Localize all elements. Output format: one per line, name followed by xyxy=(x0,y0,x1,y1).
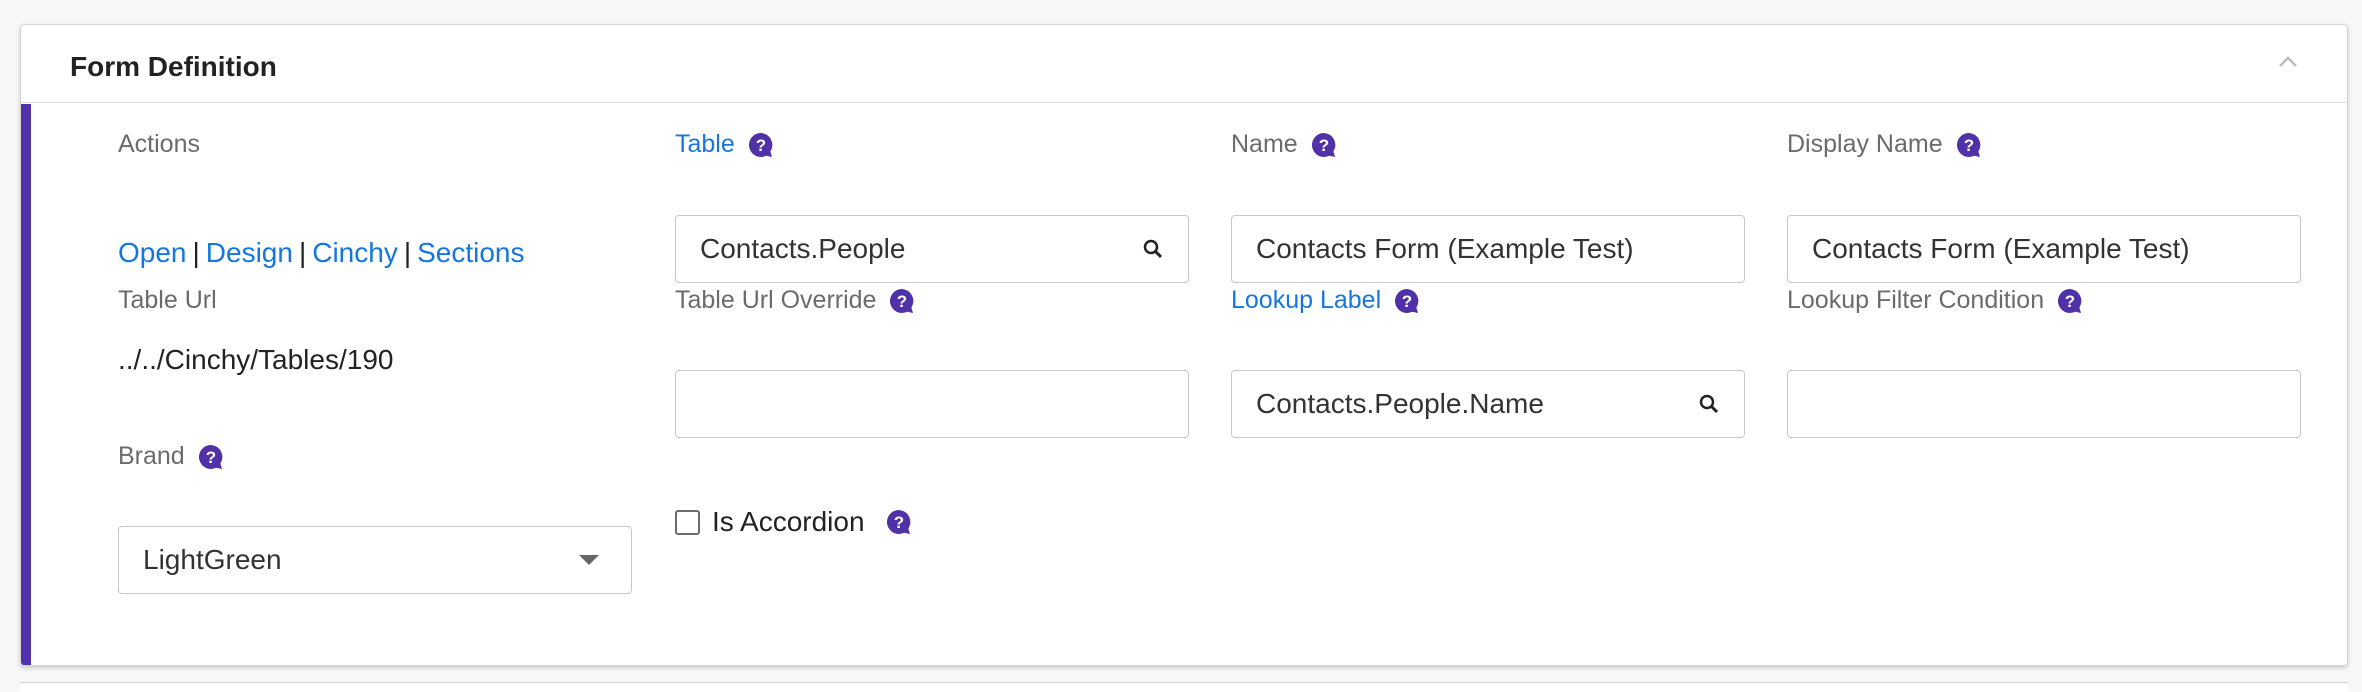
panel-body: Actions Open | Design | Cinchy | Sections Tabl… xyxy=(21,104,2347,665)
is-accordion-checkbox[interactable] xyxy=(675,509,700,535)
table-url-override-field[interactable] xyxy=(675,370,1189,438)
table-url-value: ../../Cinchy/Tables/190 xyxy=(118,344,394,375)
svg-text:?: ? xyxy=(893,513,903,532)
help-bubble-icon[interactable]: ? xyxy=(197,443,225,471)
open-link[interactable]: Open xyxy=(118,237,187,268)
table-field[interactable]: Contacts.People xyxy=(675,215,1189,283)
help-bubble-icon[interactable]: ? xyxy=(2056,287,2084,315)
lookup-label-label: Lookup Label ? xyxy=(1231,286,1421,315)
name-value: Contacts Form (Example Test) xyxy=(1256,233,1634,264)
chevron-up-icon xyxy=(2279,56,2297,67)
svg-text:?: ? xyxy=(756,136,766,155)
name-label: Name ? xyxy=(1231,130,1338,159)
table-url-label: Table Url xyxy=(118,286,217,315)
table-label-text: Table xyxy=(675,130,735,158)
display-name-field[interactable]: Contacts Form (Example Test) xyxy=(1787,215,2301,283)
name-label-text: Name xyxy=(1231,130,1298,158)
next-panel-edge xyxy=(20,682,2348,692)
lookup-label-value: Contacts.People.Name xyxy=(1256,388,1544,419)
help-bubble-icon[interactable]: ? xyxy=(747,131,775,159)
svg-text:?: ? xyxy=(206,448,216,467)
panel-title: Form Definition xyxy=(70,51,277,82)
lookup-filter-field[interactable] xyxy=(1787,370,2301,438)
search-icon[interactable] xyxy=(1698,393,1720,415)
brand-label: Brand ? xyxy=(118,442,225,471)
brand-select[interactable]: LightGreen xyxy=(118,526,632,594)
svg-text:?: ? xyxy=(1963,136,1973,155)
separator: | xyxy=(192,237,200,268)
help-bubble-icon[interactable]: ? xyxy=(1310,131,1338,159)
lookup-label-label-text: Lookup Label xyxy=(1231,286,1382,314)
brand-label-text: Brand xyxy=(118,442,185,470)
form-definition-panel: Form Definition Actions Open | Design | Cinc… xyxy=(20,24,2348,666)
table-url-override-label: Table Url Override ? xyxy=(675,286,916,315)
design-link[interactable]: Design xyxy=(206,237,293,268)
collapse-button[interactable] xyxy=(2273,47,2303,77)
sections-link[interactable]: Sections xyxy=(417,237,524,268)
help-bubble-icon[interactable]: ? xyxy=(1393,287,1421,315)
lookup-label-field[interactable]: Contacts.People.Name xyxy=(1231,370,1745,438)
display-name-label-text: Display Name xyxy=(1787,130,1943,158)
help-bubble-icon[interactable]: ? xyxy=(1955,131,1983,159)
is-accordion-label: Is Accordion xyxy=(712,506,865,537)
svg-text:?: ? xyxy=(897,292,907,311)
svg-text:?: ? xyxy=(2065,292,2075,311)
svg-text:?: ? xyxy=(1318,136,1328,155)
name-field[interactable]: Contacts Form (Example Test) xyxy=(1231,215,1745,283)
help-bubble-icon[interactable]: ? xyxy=(888,287,916,315)
cinchy-link[interactable]: Cinchy xyxy=(312,237,398,268)
table-url-label-text: Table Url xyxy=(118,286,217,314)
caret-down-icon[interactable] xyxy=(579,555,599,565)
table-value: Contacts.People xyxy=(700,233,906,264)
brand-value: LightGreen xyxy=(143,544,282,575)
display-name-value: Contacts Form (Example Test) xyxy=(1812,233,2190,264)
search-icon[interactable] xyxy=(1142,238,1164,260)
table-label: Table ? xyxy=(675,130,775,159)
svg-text:?: ? xyxy=(1402,292,1412,311)
display-name-label: Display Name ? xyxy=(1787,130,1983,159)
separator: | xyxy=(403,237,412,268)
help-bubble-icon[interactable]: ? xyxy=(885,508,913,536)
separator: | xyxy=(298,237,307,268)
lookup-filter-label: Lookup Filter Condition ? xyxy=(1787,286,2084,315)
lookup-filter-label-text: Lookup Filter Condition xyxy=(1787,286,2045,314)
actions-links: Open | Design | Cinchy | Sections xyxy=(118,237,525,269)
panel-header[interactable]: Form Definition xyxy=(21,25,2347,103)
accordion-row: Is Accordion ? xyxy=(675,506,913,538)
actions-label-text: Actions xyxy=(118,130,200,158)
actions-label: Actions xyxy=(118,130,200,159)
table-url-override-label-text: Table Url Override xyxy=(675,286,877,314)
